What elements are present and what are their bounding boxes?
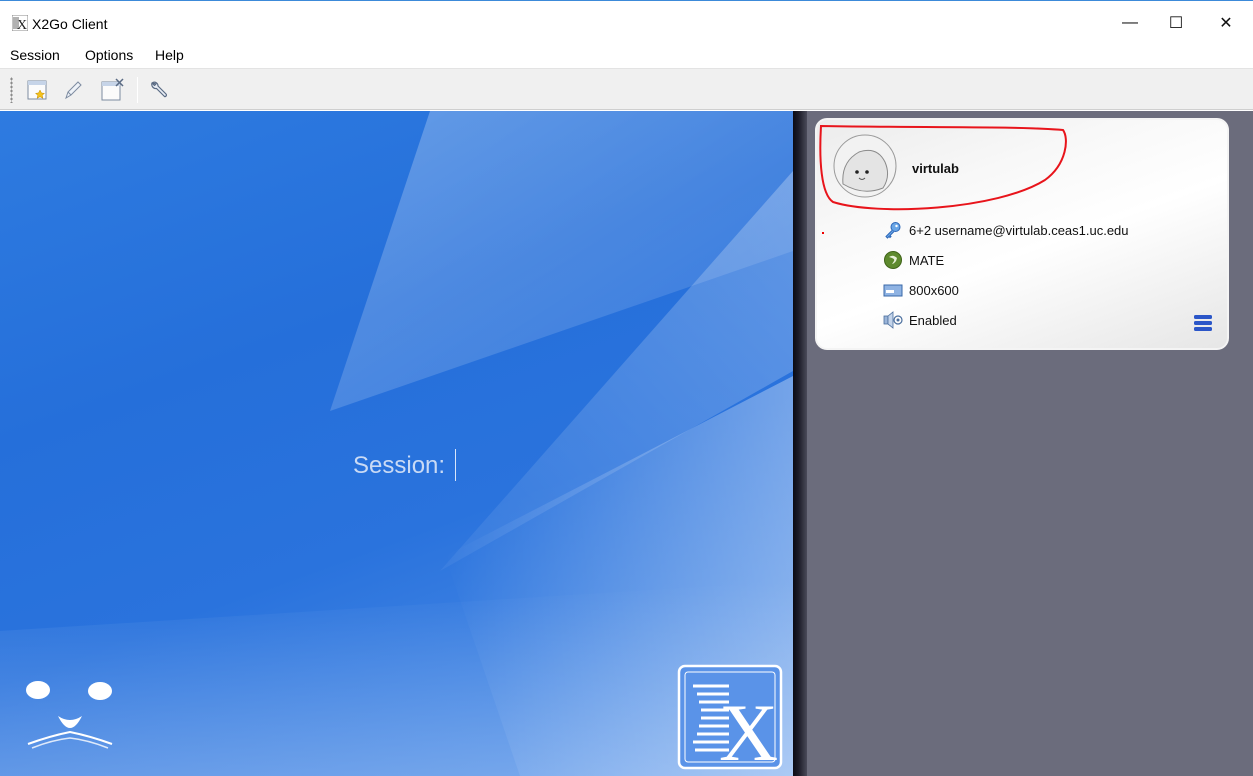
display-icon (883, 280, 903, 300)
server-row: 6+2 username@virtulab.ceas1.uc.edu (883, 220, 1129, 240)
login-background: Session: X (0, 111, 793, 776)
desktop-row: MATE (883, 250, 944, 270)
manage-sessions-button[interactable] (97, 75, 127, 105)
menu-options[interactable]: Options (85, 47, 133, 63)
desktop-type: MATE (909, 252, 945, 268)
close-icon: ✕ (1219, 15, 1233, 32)
mate-desktop-icon (883, 250, 903, 270)
key-icon (883, 220, 903, 240)
session-menu-icon[interactable] (1194, 314, 1212, 332)
resolution-row: 800x600 (883, 280, 959, 300)
minimize-button[interactable]: — (1107, 1, 1153, 45)
resolution-value: 800x600 (909, 282, 959, 298)
svg-text:X: X (719, 687, 778, 770)
close-button[interactable]: ✕ (1203, 1, 1249, 45)
menu-help[interactable]: Help (155, 47, 184, 63)
svg-text:X: X (17, 18, 27, 31)
x2go-app-icon: X (12, 15, 28, 31)
sound-row: Enabled (883, 310, 957, 330)
sound-status: Enabled (909, 312, 957, 328)
menu-session[interactable]: Session (10, 47, 60, 63)
new-session-button[interactable] (22, 75, 52, 105)
toolbar-separator (137, 77, 138, 103)
x2go-logo-icon: X (677, 664, 783, 770)
edit-session-button[interactable] (58, 75, 88, 105)
manage-sessions-icon (101, 78, 124, 101)
red-mark (822, 232, 824, 234)
red-annotation-circle (819, 124, 1067, 211)
preferences-wrench-icon (151, 81, 167, 98)
session-prompt-label: Session: (353, 452, 446, 479)
maximize-icon: ☐ (1168, 15, 1184, 32)
server-address: 6+2 username@virtulab.ceas1.uc.edu (909, 222, 1129, 238)
new-session-icon (27, 80, 47, 100)
speaker-icon (883, 310, 903, 330)
toolbar (0, 68, 1253, 110)
pane-splitter[interactable] (793, 111, 807, 776)
window-title: X2Go Client (32, 16, 108, 32)
maximize-button[interactable]: ☐ (1153, 1, 1199, 45)
session-input-cursor[interactable] (455, 449, 456, 481)
seal-face-icon (26, 681, 113, 749)
preferences-button[interactable] (144, 75, 174, 105)
menu-bar: Session Options Help (0, 44, 1253, 68)
session-card[interactable]: virtulab 6+2 username@virtulab.ceas1.uc.… (815, 118, 1229, 350)
toolbar-grip[interactable] (10, 77, 13, 103)
edit-session-icon (65, 81, 82, 100)
minimize-icon: — (1122, 14, 1138, 31)
title-bar: X X2Go Client — ☐ ✕ (0, 0, 1253, 44)
